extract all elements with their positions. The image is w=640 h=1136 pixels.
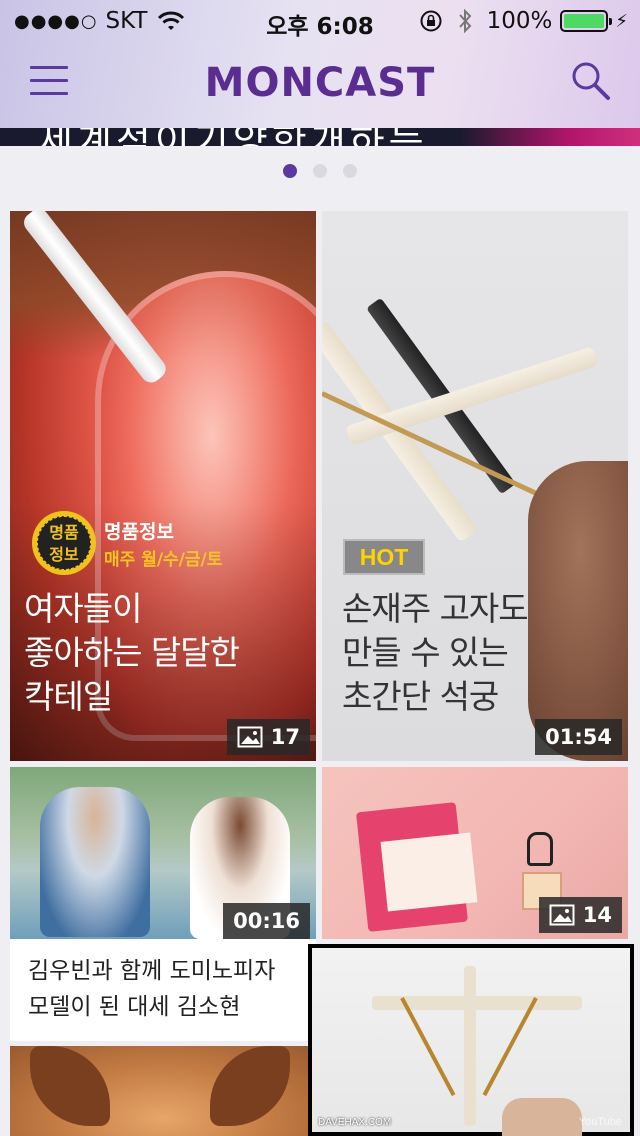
card-title-line: 좋아하는 달달한 <box>24 633 240 672</box>
battery-percent: 100% <box>486 8 553 34</box>
image-count: 17 <box>270 725 300 749</box>
crossbow-photo <box>528 461 628 761</box>
badge-title: 명품정보 <box>104 521 174 543</box>
banner-carousel[interactable]: 세계적이기양한개하는 <box>0 128 640 146</box>
nav-bar: MONCAST <box>0 40 640 128</box>
image-icon <box>237 726 263 748</box>
badge-subtitle: 매주 월/수/금/토 <box>104 550 223 570</box>
badge-icon-text: 명품 정보 <box>37 516 91 570</box>
banner-text: 세계적이기양한개하는 <box>38 128 428 146</box>
video-duration: 01:54 <box>545 725 612 749</box>
battery-icon <box>560 10 613 32</box>
video-duration: 00:16 <box>233 909 300 933</box>
duration-badge: 00:16 <box>223 903 310 939</box>
status-bar: ●●●●○ SKT 오후 6:08 100% ⚡ <box>0 0 640 40</box>
pip-video-player[interactable]: DAVEHAX.COM YouTube <box>308 944 634 1136</box>
search-button[interactable] <box>570 60 612 102</box>
content-card-puppy[interactable] <box>10 1046 316 1136</box>
card-title-line: 칵테일 <box>24 677 113 716</box>
image-count-badge: 14 <box>538 897 622 933</box>
pager-dot-2[interactable] <box>313 164 327 178</box>
content-card-crossbow[interactable]: HOT 손재주 고자도 만들 수 있는 초간단 석궁 01:54 <box>322 211 628 761</box>
video-frame: DAVEHAX.COM YouTube <box>312 948 630 1136</box>
card-title-line: 여자들이 <box>24 589 142 628</box>
carousel-pager <box>0 164 640 178</box>
card-title-line: 만들 수 있는 <box>342 633 509 672</box>
hot-tag: HOT <box>343 539 425 575</box>
app-header: ●●●●○ SKT 오후 6:08 100% ⚡ MONCAST <box>0 0 640 130</box>
duration-badge: 01:54 <box>535 719 622 755</box>
app-logo[interactable]: MONCAST <box>0 60 640 106</box>
image-count-badge: 17 <box>226 719 310 755</box>
pager-dot-1[interactable] <box>283 164 297 178</box>
content-card-passport[interactable]: 14 <box>322 767 628 939</box>
youtube-logo: YouTube <box>578 1116 622 1128</box>
card-caption-line: 김우빈과 함께 도미노피자 <box>28 958 276 984</box>
video-watermark: DAVEHAX.COM <box>318 1117 392 1128</box>
content-card-domino[interactable]: 00:16 김우빈과 함께 도미노피자 모델이 된 대세 김소현 <box>10 767 316 1041</box>
card-caption: 김우빈과 함께 도미노피자 모델이 된 대세 김소현 <box>28 953 275 1025</box>
pager-dot-3[interactable] <box>343 164 357 178</box>
card-title: 여자들이 좋아하는 달달한 칵테일 <box>24 587 240 719</box>
content-card-cocktail[interactable]: 명품 정보 명품정보 매주 월/수/금/토 여자들이 좋아하는 달달한 칵테일 1… <box>10 211 316 761</box>
image-count: 14 <box>582 903 612 927</box>
card-title-line: 초간단 석궁 <box>342 677 499 716</box>
image-icon <box>549 904 575 926</box>
rotation-lock-icon <box>420 10 442 32</box>
luxury-info-badge-icon: 명품 정보 <box>32 511 96 575</box>
card-title-line: 손재주 고자도 <box>342 589 529 628</box>
charging-icon: ⚡ <box>615 10 628 32</box>
card-title: 손재주 고자도 만들 수 있는 초간단 석궁 <box>342 587 529 719</box>
card-caption-line: 모델이 된 대세 김소현 <box>28 994 241 1020</box>
bluetooth-icon <box>458 8 471 34</box>
